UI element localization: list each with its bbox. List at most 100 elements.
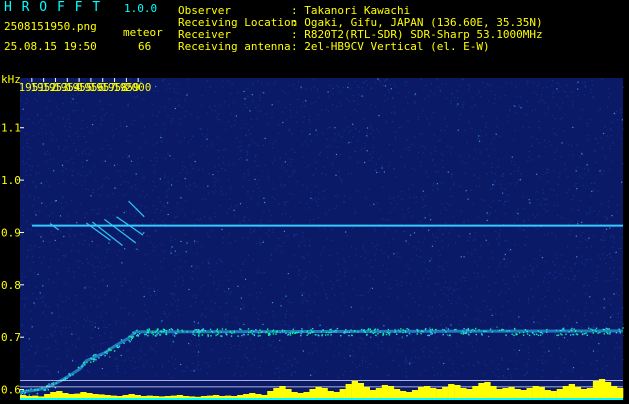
energy-bar <box>411 390 419 398</box>
energy-bar <box>574 387 582 398</box>
energy-bar <box>237 395 244 398</box>
energy-bar <box>466 389 473 398</box>
energy-bar <box>586 388 594 398</box>
energy-bar <box>610 386 618 398</box>
x-tick-label: 2000 <box>125 81 152 94</box>
energy-bar <box>399 391 407 398</box>
y-axis-label: kHz <box>1 73 21 86</box>
energy-bar <box>92 394 99 398</box>
energy-bar <box>110 395 117 398</box>
energy-bar <box>387 386 395 398</box>
energy-bar <box>556 389 563 398</box>
energy-bar <box>508 387 515 398</box>
energy-bar <box>158 396 165 398</box>
energy-bar <box>315 387 322 398</box>
energy-bar <box>297 393 304 398</box>
energy-bar <box>538 387 545 398</box>
file-name: 2508151950.png <box>4 20 97 33</box>
energy-bar <box>460 388 467 398</box>
y-tick-label: 1.1 <box>1 122 21 135</box>
energy-bar <box>134 395 141 398</box>
energy-bar <box>56 391 63 398</box>
energy-bar <box>617 388 624 398</box>
energy-bar <box>104 395 111 398</box>
energy-bar <box>80 392 87 398</box>
energy-bar <box>86 393 93 398</box>
energy-bar <box>122 395 129 398</box>
energy-bar <box>206 395 214 398</box>
capture-datetime: 25.08.15 19:50 <box>4 40 97 53</box>
energy-bar <box>532 386 539 398</box>
energy-bar <box>424 386 431 398</box>
energy-bar <box>592 381 600 398</box>
energy-bar <box>514 389 521 398</box>
app-version: 1.0.0 <box>124 2 158 15</box>
energy-bar <box>273 388 280 398</box>
energy-bar <box>26 396 33 398</box>
energy-bar <box>62 393 69 398</box>
energy-bar <box>303 392 310 398</box>
energy-bar <box>20 395 27 398</box>
energy-bar <box>32 395 39 398</box>
energy-bar <box>490 386 497 398</box>
energy-bar <box>436 389 443 398</box>
energy-bar <box>249 393 256 398</box>
energy-bar <box>550 391 557 398</box>
spectrogram-chart: 1.11.00.90.80.70.61951195219531954195519… <box>0 72 629 400</box>
energy-bar <box>381 385 389 398</box>
energy-bar <box>333 392 340 398</box>
energy-bar <box>194 396 202 398</box>
energy-bar <box>472 386 479 398</box>
field-label-antenna: Receiving antenna <box>178 40 291 53</box>
app-name: H R O F F T <box>4 0 102 15</box>
energy-bar <box>393 389 401 398</box>
energy-bar <box>146 395 153 398</box>
energy-bar <box>170 395 178 398</box>
energy-bar <box>454 385 461 398</box>
energy-bar <box>152 396 159 398</box>
energy-bar <box>568 384 575 398</box>
energy-bar <box>291 392 298 398</box>
energy-bar <box>496 389 503 398</box>
energy-bar <box>327 391 334 398</box>
energy-bar <box>261 395 268 398</box>
energy-bar <box>345 384 352 398</box>
energy-bar <box>598 379 606 398</box>
energy-bar <box>74 393 81 398</box>
energy-bar <box>321 388 328 398</box>
y-tick-label: 0.8 <box>1 279 21 292</box>
energy-bar <box>255 394 262 398</box>
energy-bar <box>231 396 238 398</box>
meteor-label: meteor <box>123 26 163 39</box>
energy-bar <box>140 396 147 398</box>
energy-bar <box>580 389 588 398</box>
energy-bar <box>604 382 612 398</box>
energy-bar <box>502 388 509 398</box>
energy-bar <box>418 387 425 398</box>
energy-bar <box>526 388 533 398</box>
energy-bar <box>98 394 105 398</box>
energy-bar <box>309 389 316 398</box>
energy-bar <box>243 394 250 398</box>
meteor-count: 66 <box>138 40 152 53</box>
energy-bar <box>200 396 208 398</box>
energy-bar <box>478 383 485 398</box>
energy-bar <box>339 389 346 398</box>
energy-bar <box>285 389 292 398</box>
energy-bar <box>363 387 370 398</box>
y-tick-label: 0.6 <box>1 384 21 397</box>
energy-bar <box>225 395 232 398</box>
energy-bar <box>176 395 184 398</box>
energy-bar <box>182 396 190 398</box>
energy-bar <box>375 388 383 398</box>
energy-bar <box>219 396 226 398</box>
energy-bar <box>213 395 220 398</box>
header-panel: H R O F F T 1.0.0 2508151950.png meteor … <box>0 0 629 72</box>
y-tick-label: 0.7 <box>1 331 21 344</box>
energy-bar <box>448 384 455 398</box>
energy-bar <box>544 390 551 398</box>
y-tick-label: 0.9 <box>1 226 21 239</box>
energy-bar <box>562 386 569 398</box>
energy-bar <box>279 386 286 398</box>
energy-bar <box>44 394 51 398</box>
